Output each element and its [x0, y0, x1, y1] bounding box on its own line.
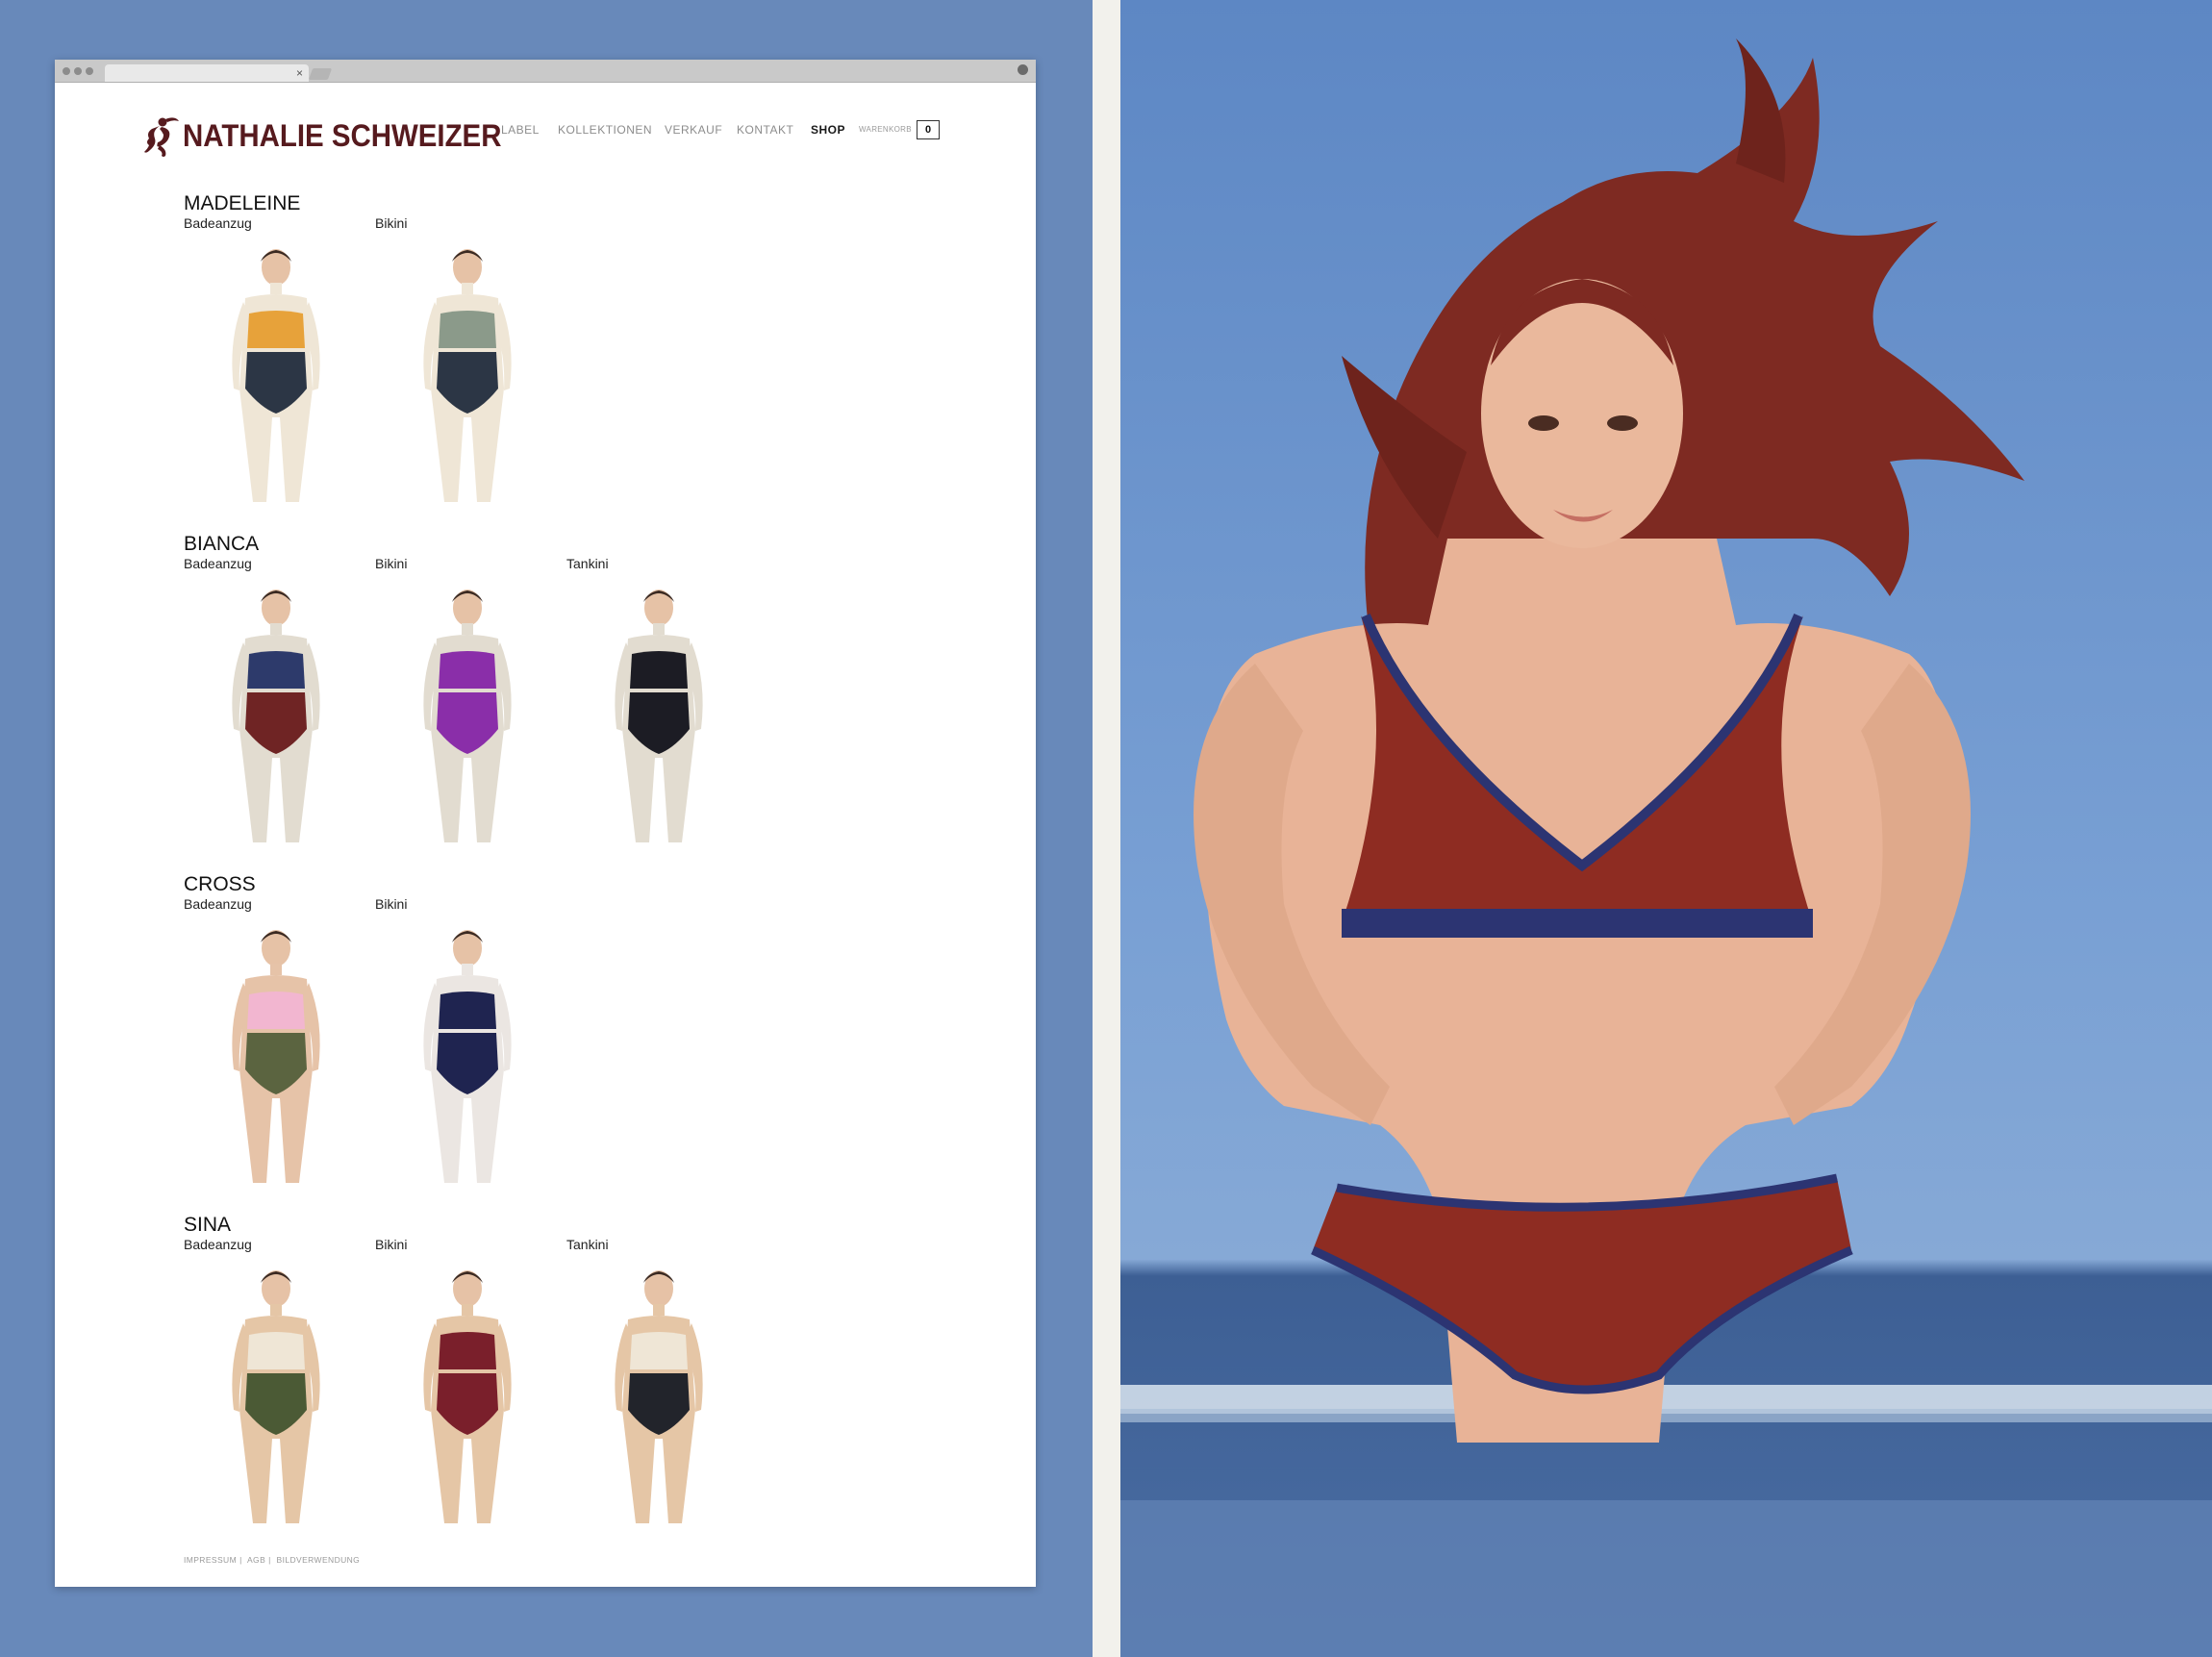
browser-window: × NATHALIE SCHWEIZER LABEL KOLLEKTIONEN … [55, 60, 1036, 1587]
nav-item-verkauf[interactable]: VERKAUF [665, 123, 722, 137]
product-image-madeleine-bikini[interactable] [390, 244, 544, 502]
product-type-label[interactable]: Bikini [375, 556, 407, 571]
product-image-cross-bikini[interactable] [390, 925, 544, 1183]
nav-item-shop[interactable]: SHOP [811, 123, 845, 137]
product-image-madeleine-badeanzug[interactable] [199, 244, 353, 502]
mermaid-logo-icon [144, 117, 179, 157]
browser-toolbar: × [55, 60, 1036, 83]
product-type-label[interactable]: Badeanzug [184, 215, 252, 231]
product-image-sina-badeanzug[interactable] [199, 1266, 353, 1523]
collection-title-cross: CROSS [184, 873, 256, 895]
product-type-label[interactable]: Bikini [375, 1237, 407, 1252]
product-type-label[interactable]: Badeanzug [184, 1237, 252, 1252]
product-image-bianca-bikini[interactable] [390, 585, 544, 842]
collection-title-sina: SINA [184, 1214, 232, 1236]
product-type-label[interactable]: Badeanzug [184, 896, 252, 912]
product-image-sina-bikini[interactable] [390, 1266, 544, 1523]
nav-item-label[interactable]: LABEL [501, 123, 540, 137]
browser-tab[interactable]: × [105, 64, 309, 82]
footer-link-agb[interactable]: AGB [247, 1555, 265, 1565]
cart-count-badge[interactable]: 0 [917, 120, 940, 139]
product-type-label[interactable]: Bikini [375, 896, 407, 912]
product-type-label[interactable]: Tankini [566, 556, 609, 571]
window-minimize-dot[interactable] [74, 67, 82, 75]
product-type-label[interactable]: Tankini [566, 1237, 609, 1252]
window-zoom-dot[interactable] [86, 67, 93, 75]
footer-link-bildverwendung[interactable]: BILDVERWENDUNG [277, 1555, 361, 1565]
collection-title-bianca: BIANCA [184, 533, 260, 555]
collection-title-madeleine: MADELEINE [184, 192, 301, 214]
new-tab-button[interactable] [308, 68, 333, 80]
product-image-sina-tankini[interactable] [582, 1266, 736, 1523]
close-icon[interactable]: × [296, 65, 303, 81]
product-image-cross-badeanzug[interactable] [199, 925, 353, 1183]
window-close-dot[interactable] [63, 67, 70, 75]
cart-label[interactable]: WARENKORB [859, 124, 912, 136]
hero-model-illustration [1120, 38, 2212, 1657]
footer-links: IMPRESSUM | AGB | BILDVERWENDUNG [184, 1555, 361, 1565]
nav-item-kontakt[interactable]: KONTAKT [737, 123, 793, 137]
brand-name: NATHALIE SCHWEIZER [183, 118, 502, 153]
product-image-bianca-tankini[interactable] [582, 585, 736, 842]
hero-photo [1120, 0, 2212, 1657]
site-logo[interactable]: NATHALIE SCHWEIZER [142, 113, 501, 158]
product-type-label[interactable]: Bikini [375, 215, 407, 231]
footer-link-impressum[interactable]: IMPRESSUM [184, 1555, 237, 1565]
product-type-label[interactable]: Badeanzug [184, 556, 252, 571]
product-image-bianca-badeanzug[interactable] [199, 585, 353, 842]
left-panel: × NATHALIE SCHWEIZER LABEL KOLLEKTIONEN … [0, 0, 1093, 1657]
account-icon[interactable] [1018, 64, 1028, 75]
nav-item-kollektionen[interactable]: KOLLEKTIONEN [558, 123, 652, 137]
